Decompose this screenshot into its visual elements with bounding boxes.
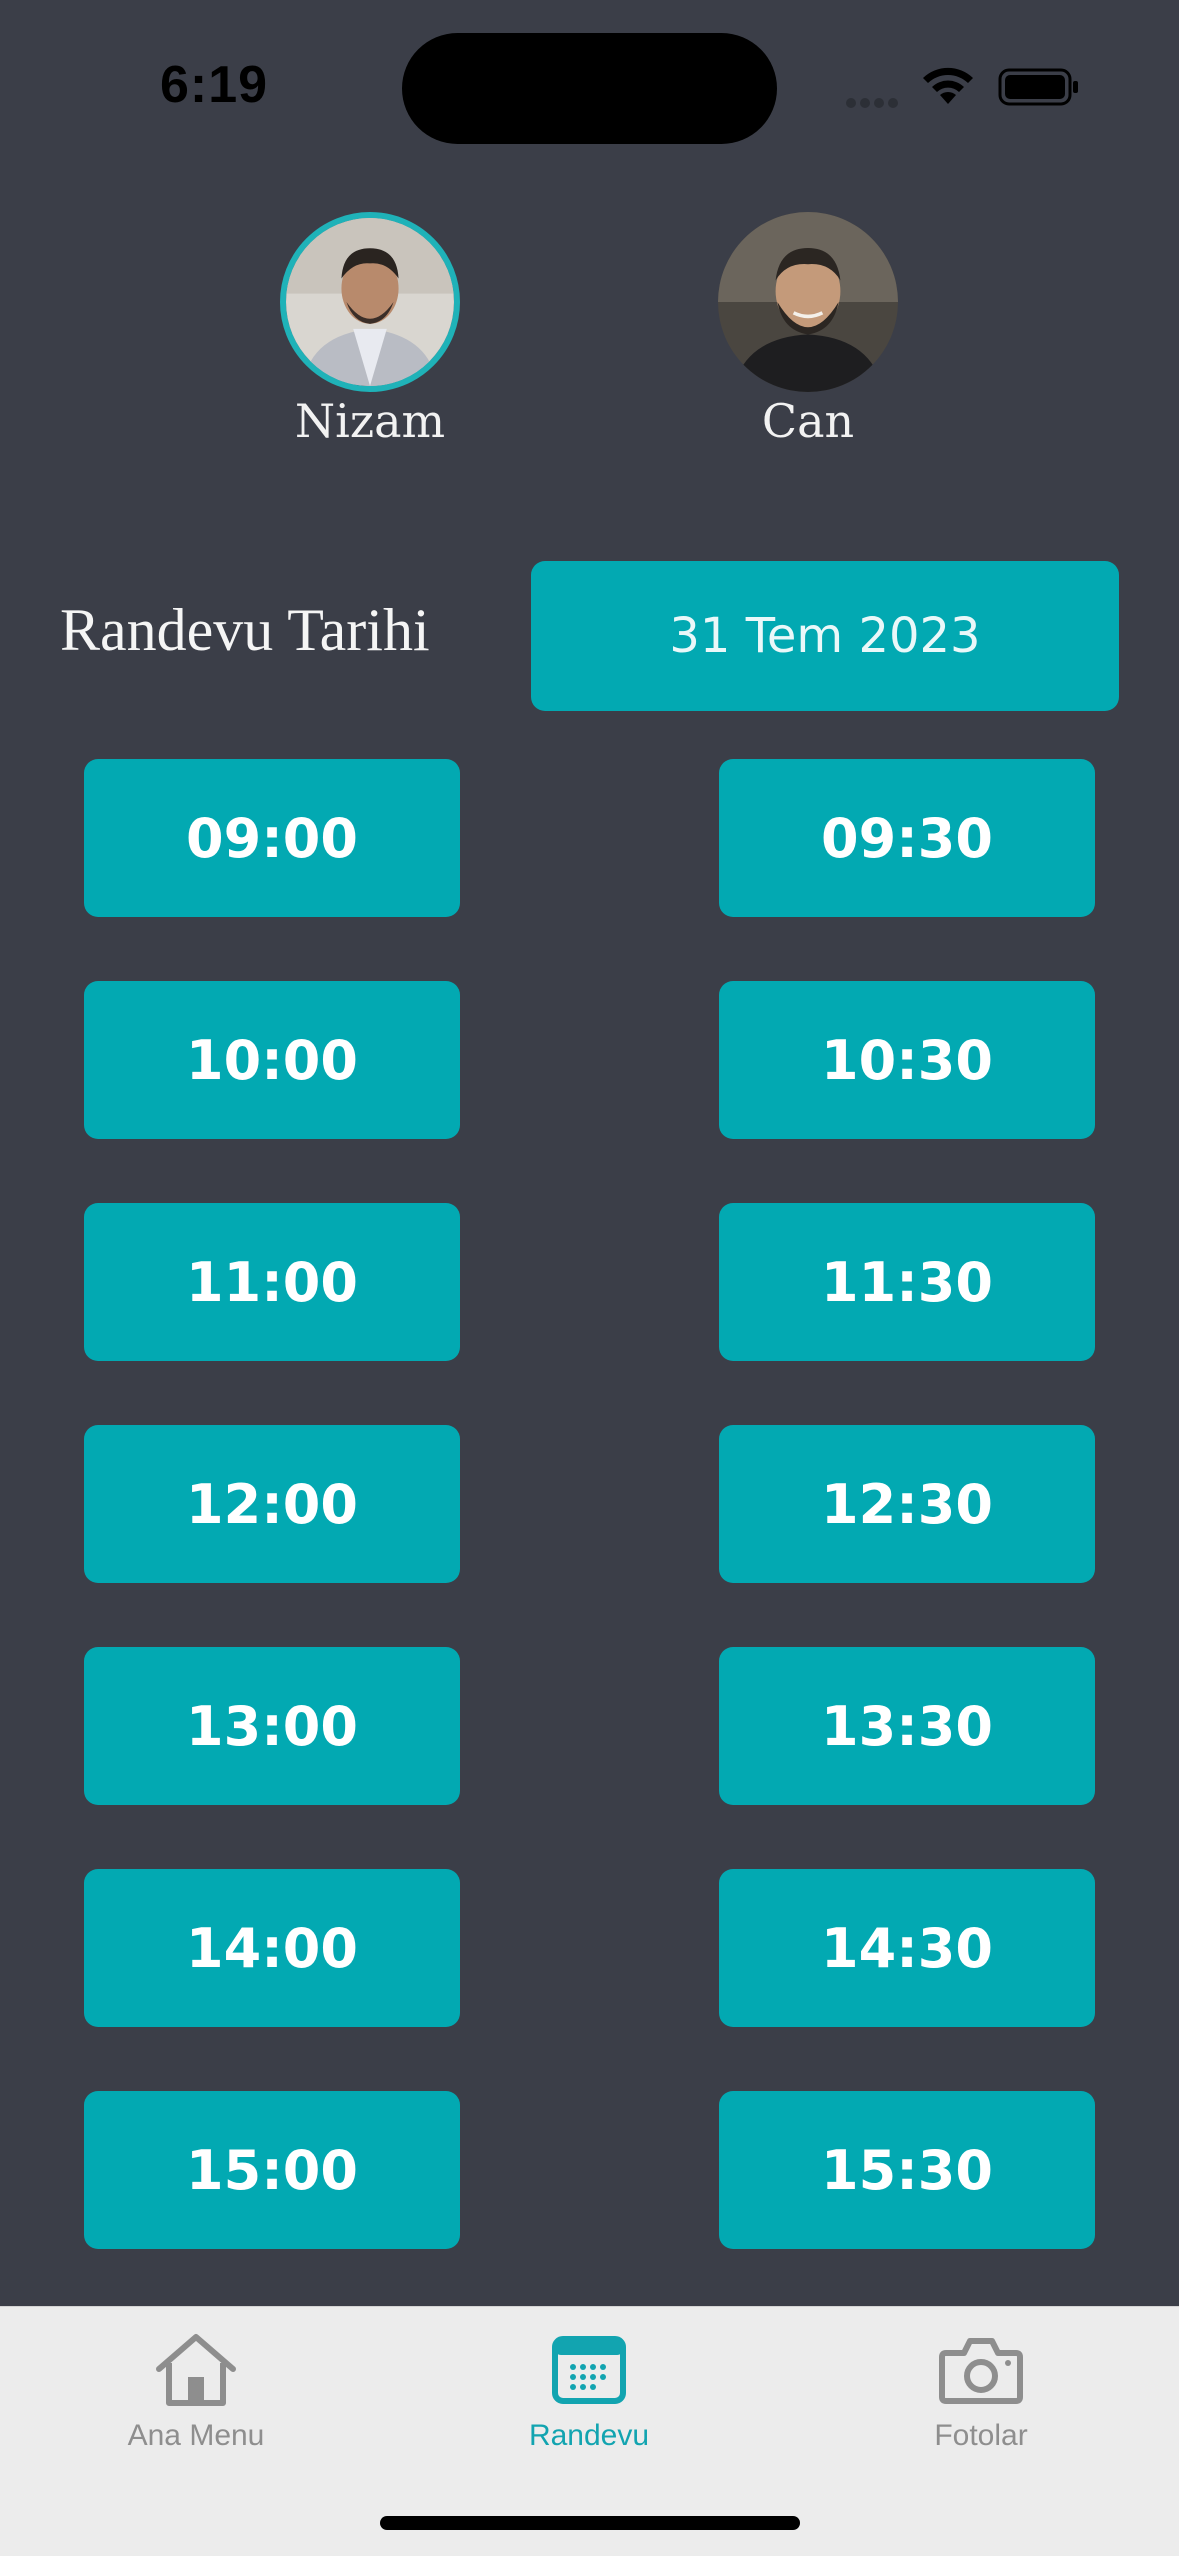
- camera-icon: [939, 2338, 1023, 2404]
- house-icon: [156, 2334, 236, 2406]
- tab-label: Fotolar: [934, 2419, 1028, 2452]
- barber-nizam[interactable]: Nizam: [240, 212, 500, 448]
- time-slot-1500[interactable]: 15:00: [84, 2091, 460, 2249]
- time-slot-1330[interactable]: 13:30: [719, 1647, 1095, 1805]
- calendar-icon: [552, 2336, 626, 2404]
- time-slot-1100[interactable]: 11:00: [84, 1203, 460, 1361]
- time-slot-0900[interactable]: 09:00: [84, 759, 460, 917]
- tab-label: Ana Menu: [127, 2419, 265, 2452]
- time-slot-1430[interactable]: 14:30: [719, 1869, 1095, 2027]
- cellular-signal-icon: [846, 93, 906, 108]
- wifi-icon: [923, 67, 973, 104]
- barber-name: Can: [761, 394, 855, 448]
- barber-can[interactable]: Can: [678, 212, 938, 448]
- battery-icon: [998, 68, 1078, 106]
- dynamic-island: [402, 33, 777, 144]
- time-slot-1130[interactable]: 11:30: [719, 1203, 1095, 1361]
- date-label: Randevu Tarihi: [60, 597, 430, 663]
- time-slot-1530[interactable]: 15:30: [719, 2091, 1095, 2249]
- tab-label: Randevu: [528, 2419, 650, 2452]
- home-indicator: [380, 2516, 800, 2530]
- avatar: [280, 212, 460, 392]
- time-slot-1200[interactable]: 12:00: [84, 1425, 460, 1583]
- time-slot-1030[interactable]: 10:30: [719, 981, 1095, 1139]
- tab-fotolar[interactable]: Fotolar: [861, 2329, 1101, 2453]
- tab-ana-menu[interactable]: Ana Menu: [76, 2329, 316, 2453]
- date-picker-button[interactable]: 31 Tem 2023: [531, 561, 1119, 711]
- time-slot-1230[interactable]: 12:30: [719, 1425, 1095, 1583]
- time-slot-1300[interactable]: 13:00: [84, 1647, 460, 1805]
- barber-name: Nizam: [294, 394, 446, 448]
- avatar: [718, 212, 898, 392]
- time-slot-1000[interactable]: 10:00: [84, 981, 460, 1139]
- time-slot-1400[interactable]: 14:00: [84, 1869, 460, 2027]
- time-slot-0930[interactable]: 09:30: [719, 759, 1095, 917]
- status-time: 6:19: [160, 56, 269, 114]
- tab-randevu[interactable]: Randevu: [469, 2329, 709, 2453]
